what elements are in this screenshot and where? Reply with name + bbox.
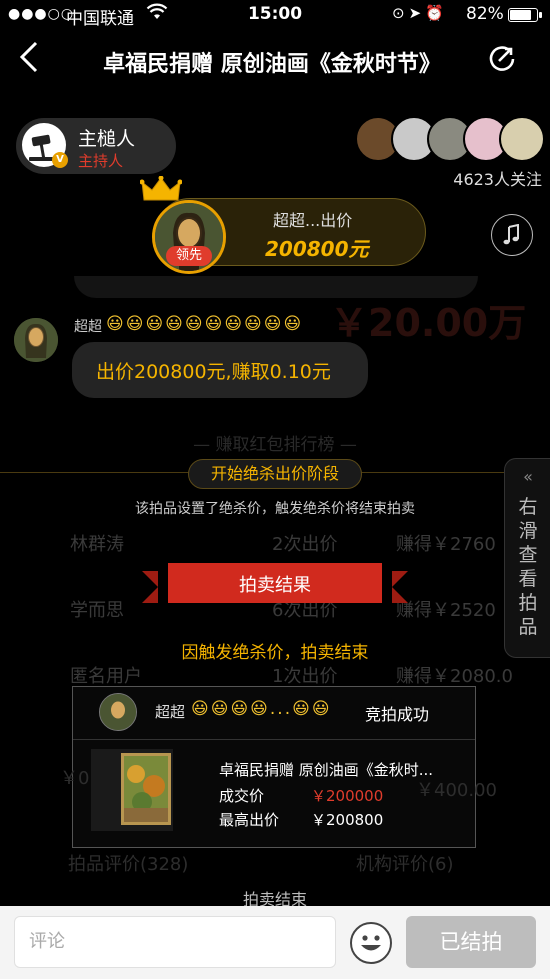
host-info[interactable]: V 主槌人 主持人 <box>16 118 176 174</box>
bottom-bar: 评论 已结拍 <box>0 906 550 979</box>
leader-name: 超超...出价 <box>273 211 353 230</box>
ghost-current-price: ￥20.00万 <box>330 301 527 345</box>
status-bar: ●●●○○ 中国联通 15:00 ⊙➤⏰ 82% <box>0 0 550 30</box>
crown-icon <box>139 175 183 206</box>
result-banner: 拍卖结果 <box>142 563 408 603</box>
deal-price-label: 成交价 <box>219 787 265 805</box>
item-title: 卓福民捐赠 原创油画《金秋时... <box>219 761 434 779</box>
ended-button[interactable]: 已结拍 <box>406 916 536 968</box>
ghost-row-earn: 赚得￥2520 <box>396 600 496 621</box>
ribbon-tail-right <box>392 571 408 603</box>
deal-price: ￥200000 <box>311 787 384 805</box>
comment-input[interactable]: 评论 <box>14 916 336 968</box>
battery-fill <box>510 10 531 20</box>
ghost-row-name: 匿名用户 <box>70 666 142 687</box>
winner-avatar <box>99 693 137 731</box>
nav-bar: 卓福民捐赠 原创油画《金秋时节》 <box>0 30 550 92</box>
double-chevron-icon: « <box>523 467 533 486</box>
battery-icon <box>508 8 542 22</box>
card-divider <box>73 739 475 740</box>
high-bid-label: 最高出价 <box>219 811 280 829</box>
phase-label: 开始绝杀出价阶段 <box>188 459 362 489</box>
swipe-right-tab[interactable]: « 右滑查看拍品 <box>504 458 550 658</box>
back-button[interactable] <box>18 40 40 81</box>
music-note-icon[interactable] <box>491 214 533 256</box>
high-bid: ￥200800 <box>311 811 384 829</box>
emoji-icon[interactable] <box>350 922 392 964</box>
bid-bubble: 出价200800元,赚取0.10元 <box>72 342 368 398</box>
ghost-reviews-left: 拍品评价(328) <box>68 854 189 875</box>
ghost-row-earn: 赚得￥2080.0 <box>396 666 513 687</box>
ghost-rank-title: — 赚取红包排行榜 — <box>193 435 357 455</box>
ghost-row-name: 林群涛 <box>70 534 124 555</box>
alarm-icon: ⏰ <box>425 4 448 22</box>
bidder-avatar[interactable] <box>14 318 58 362</box>
bidder-emojis: 😃😃😃😃😃😃😃😃😃😃 <box>106 314 304 334</box>
swipe-tab-label: 右滑查看拍品 <box>518 496 538 638</box>
follower-avatars[interactable] <box>355 116 545 164</box>
result-card[interactable]: 超超 😃😃😃😃...😃😃 竞拍成功 卓福民捐赠 原创油画《金秋时... 成交价 … <box>72 686 476 848</box>
host-role: 主持人 <box>78 152 124 170</box>
leader-amount: 200800元 <box>265 237 369 261</box>
result-banner-label: 拍卖结果 <box>239 575 311 596</box>
host-name: 主槌人 <box>78 128 136 150</box>
ribbon-tail-left <box>142 571 158 603</box>
winner-name: 超超 <box>155 703 186 721</box>
painting-image <box>121 753 171 825</box>
battery-percent: 82% <box>466 4 504 24</box>
status-icons: ⊙➤⏰ <box>392 4 448 22</box>
follower-avatar <box>499 116 545 162</box>
bidder-name: 超超 <box>74 319 102 335</box>
phase-note: 该拍品设置了绝杀价，触发绝杀价将结束拍卖 <box>135 501 415 517</box>
result-reason: 因触发绝杀价，拍卖结束 <box>181 643 369 663</box>
lock-rotation-icon: ⊙ <box>392 4 409 22</box>
bid-text: 出价200800元,赚取0.10元 <box>96 361 331 383</box>
ghost-row-count: 1次出价 <box>272 666 338 687</box>
follower-count: 4623人关注 <box>453 170 542 189</box>
artwork-thumbnail <box>91 749 173 831</box>
location-icon: ➤ <box>408 4 426 22</box>
verified-badge: V <box>52 152 68 168</box>
ghost-row-name: 学而思 <box>70 600 124 621</box>
page-title: 卓福民捐赠 原创油画《金秋时节》 <box>103 52 441 77</box>
ghost-row-count: 2次出价 <box>272 534 338 555</box>
ghost-price-left: ￥0 <box>60 768 90 789</box>
ghost-rank-row: 林群涛 2次出价 赚得￥2760 <box>20 530 530 560</box>
ghost-reviews-right: 机构评价(6) <box>356 854 454 875</box>
share-icon[interactable] <box>488 44 518 74</box>
winner-emojis: 😃😃😃😃...😃😃 <box>191 699 332 719</box>
ghost-row-earn: 赚得￥2760 <box>396 534 496 555</box>
winner-status: 竞拍成功 <box>365 705 430 724</box>
leading-tag: 领先 <box>166 246 212 266</box>
ghost-price-right: ￥400.00 <box>416 780 497 801</box>
